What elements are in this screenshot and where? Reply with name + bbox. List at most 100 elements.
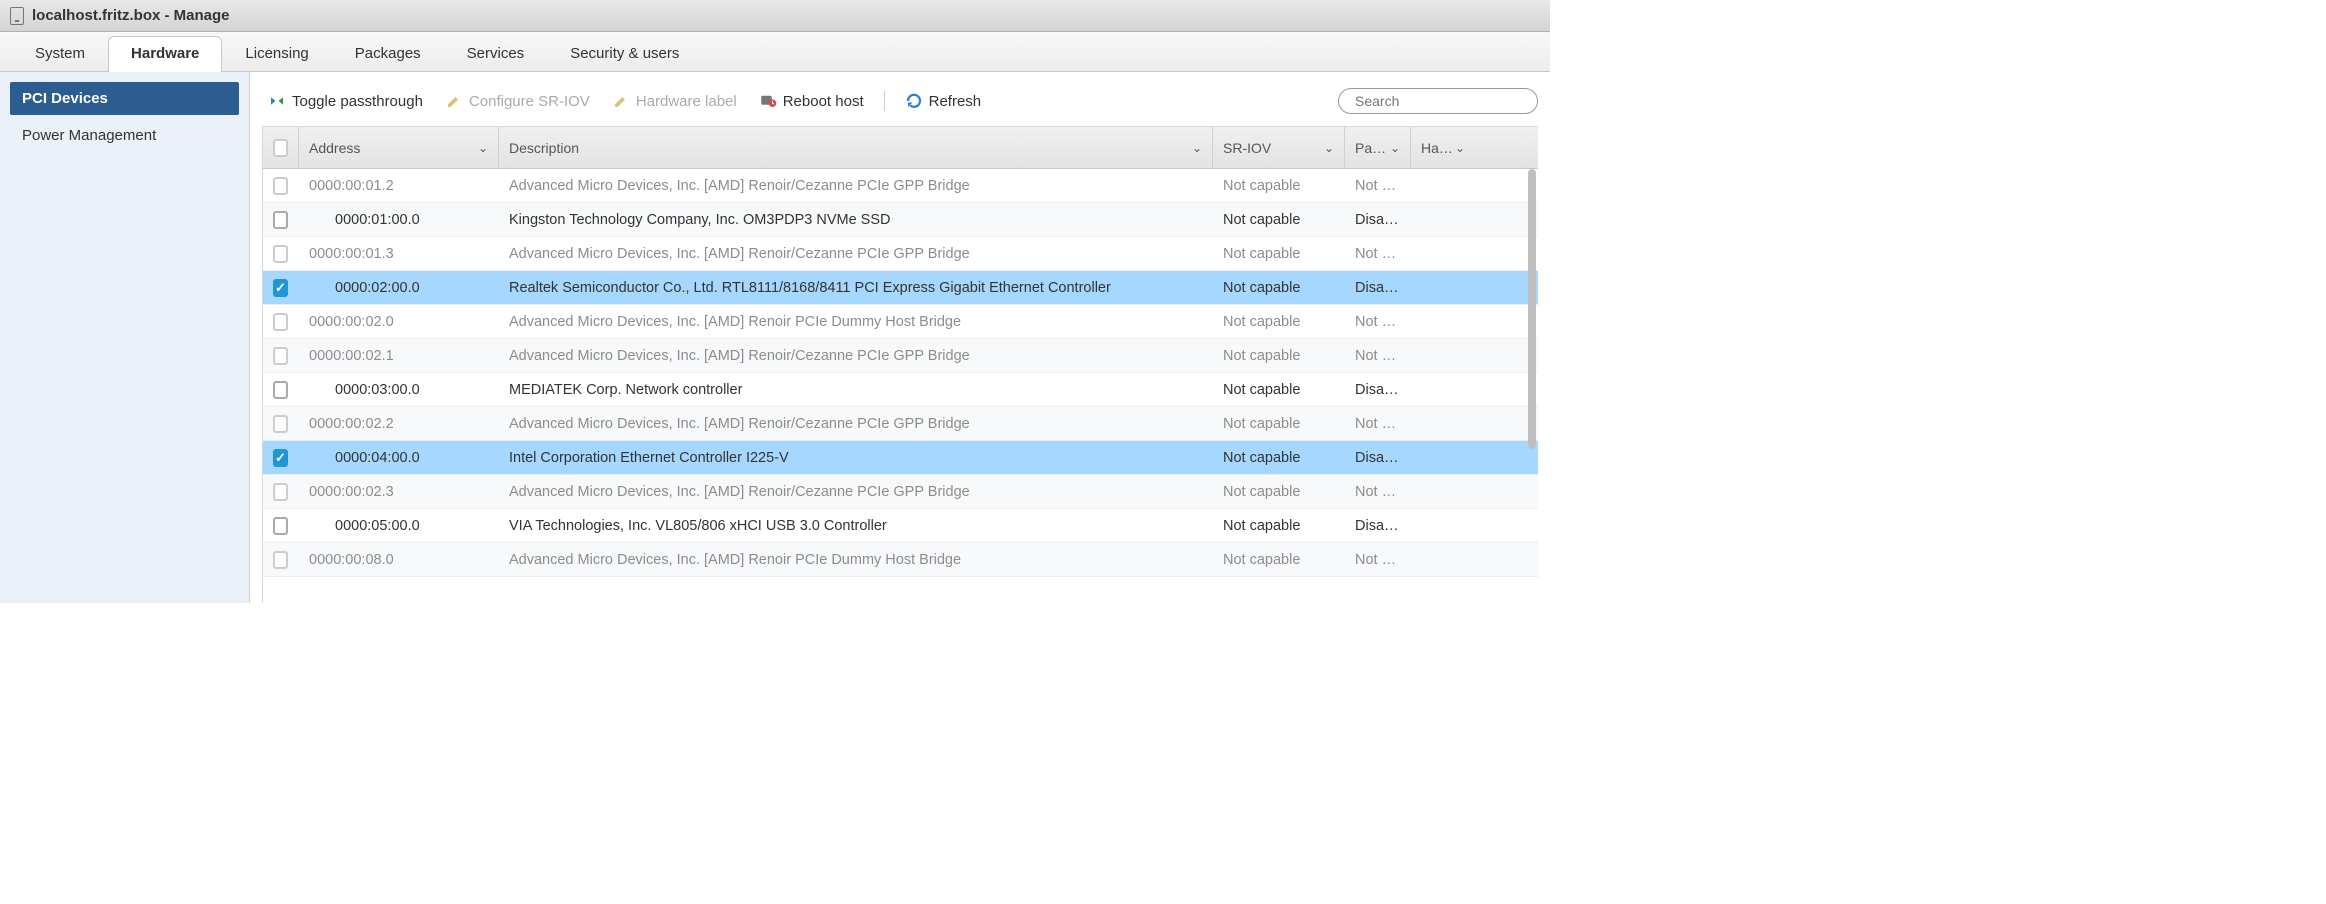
row-checkbox-cell[interactable] — [263, 517, 299, 535]
row-checkbox[interactable] — [273, 415, 288, 433]
search-box[interactable] — [1338, 88, 1538, 114]
search-input[interactable] — [1355, 93, 1536, 109]
chevron-down-icon: ⌄ — [1390, 141, 1400, 155]
cell-description: Advanced Micro Devices, Inc. [AMD] Renoi… — [499, 484, 1213, 500]
table-row[interactable]: 0000:00:02.0Advanced Micro Devices, Inc.… — [263, 305, 1538, 339]
refresh-button[interactable]: Refresh — [903, 90, 984, 112]
table-row[interactable]: 0000:00:02.2Advanced Micro Devices, Inc.… — [263, 407, 1538, 441]
window-title: localhost.fritz.box - Manage — [32, 7, 230, 24]
tab-licensing[interactable]: Licensing — [222, 36, 331, 72]
row-checkbox[interactable] — [273, 279, 288, 297]
cell-address: 0000:00:01.2 — [299, 178, 499, 194]
toggle-passthrough-icon — [268, 92, 286, 110]
cell-address: 0000:00:02.2 — [299, 416, 499, 432]
tab-hardware[interactable]: Hardware — [108, 36, 222, 72]
cell-sriov: Not capable — [1213, 416, 1345, 432]
row-checkbox-cell[interactable] — [263, 551, 299, 569]
table-row[interactable]: 0000:02:00.0Realtek Semiconductor Co., L… — [263, 271, 1538, 305]
row-checkbox[interactable] — [273, 517, 288, 535]
table-row[interactable]: 0000:00:02.1Advanced Micro Devices, Inc.… — [263, 339, 1538, 373]
row-checkbox[interactable] — [273, 483, 288, 501]
select-all-checkbox[interactable] — [273, 139, 288, 157]
cell-sriov: Not capable — [1213, 518, 1345, 534]
table-row[interactable]: 0000:01:00.0Kingston Technology Company,… — [263, 203, 1538, 237]
cell-description: VIA Technologies, Inc. VL805/806 xHCI US… — [499, 518, 1213, 534]
reboot-host-button[interactable]: Reboot host — [757, 90, 866, 112]
table-row[interactable]: 0000:00:01.3Advanced Micro Devices, Inc.… — [263, 237, 1538, 271]
column-hardware-label[interactable]: Ha… ⌄ — [1411, 127, 1475, 168]
column-sriov[interactable]: SR-IOV ⌄ — [1213, 127, 1345, 168]
tab-system[interactable]: System — [12, 36, 108, 72]
host-icon — [10, 7, 24, 25]
cell-address: 0000:05:00.0 — [299, 518, 499, 534]
row-checkbox[interactable] — [273, 211, 288, 229]
row-checkbox-cell[interactable] — [263, 415, 299, 433]
row-checkbox-cell[interactable] — [263, 211, 299, 229]
configure-sriov-button: Configure SR-IOV — [443, 90, 592, 112]
cell-description: Advanced Micro Devices, Inc. [AMD] Renoi… — [499, 552, 1213, 568]
chevron-down-icon: ⌄ — [1192, 141, 1202, 155]
row-checkbox-cell[interactable] — [263, 347, 299, 365]
hardware-label-button: Hardware label — [610, 90, 739, 112]
cell-address: 0000:00:02.3 — [299, 484, 499, 500]
sidebar-item-pci-devices[interactable]: PCI Devices — [10, 82, 239, 115]
cell-sriov: Not capable — [1213, 280, 1345, 296]
row-checkbox[interactable] — [273, 245, 288, 263]
grid-header: Address ⌄ Description ⌄ SR-IOV ⌄ Pa… ⌄ — [263, 127, 1538, 169]
cell-description: MEDIATEK Corp. Network controller — [499, 382, 1213, 398]
column-checkbox[interactable] — [263, 127, 299, 168]
cell-passthrough: Not … — [1345, 246, 1411, 262]
table-row[interactable]: 0000:04:00.0Intel Corporation Ethernet C… — [263, 441, 1538, 475]
cell-address: 0000:03:00.0 — [299, 382, 499, 398]
refresh-icon — [905, 92, 923, 110]
column-address[interactable]: Address ⌄ — [299, 127, 499, 168]
configure-sriov-label: Configure SR-IOV — [469, 93, 590, 110]
cell-passthrough: Not … — [1345, 348, 1411, 364]
table-row[interactable]: 0000:00:01.2Advanced Micro Devices, Inc.… — [263, 169, 1538, 203]
cell-description: Advanced Micro Devices, Inc. [AMD] Renoi… — [499, 314, 1213, 330]
tab-packages[interactable]: Packages — [332, 36, 444, 72]
cell-sriov: Not capable — [1213, 382, 1345, 398]
cell-passthrough: Disa… — [1345, 382, 1411, 398]
row-checkbox[interactable] — [273, 313, 288, 331]
table-row[interactable]: 0000:03:00.0MEDIATEK Corp. Network contr… — [263, 373, 1538, 407]
row-checkbox-cell[interactable] — [263, 313, 299, 331]
grid-body[interactable]: 0000:00:01.2Advanced Micro Devices, Inc.… — [263, 169, 1538, 577]
row-checkbox-cell[interactable] — [263, 449, 299, 467]
cell-sriov: Not capable — [1213, 212, 1345, 228]
cell-sriov: Not capable — [1213, 484, 1345, 500]
cell-passthrough: Not … — [1345, 314, 1411, 330]
tab-services[interactable]: Services — [444, 36, 548, 72]
pci-toolbar: Toggle passthrough Configure SR-IOV Hard… — [262, 84, 1538, 126]
table-row[interactable]: 0000:00:02.3Advanced Micro Devices, Inc.… — [263, 475, 1538, 509]
cell-description: Advanced Micro Devices, Inc. [AMD] Renoi… — [499, 178, 1213, 194]
table-row[interactable]: 0000:00:08.0Advanced Micro Devices, Inc.… — [263, 543, 1538, 577]
row-checkbox[interactable] — [273, 381, 288, 399]
toggle-passthrough-button[interactable]: Toggle passthrough — [266, 90, 425, 112]
tab-security-users[interactable]: Security & users — [547, 36, 702, 72]
row-checkbox[interactable] — [273, 551, 288, 569]
cell-sriov: Not capable — [1213, 552, 1345, 568]
top-tabs: System Hardware Licensing Packages Servi… — [0, 32, 1550, 72]
row-checkbox-cell[interactable] — [263, 483, 299, 501]
column-passthrough[interactable]: Pa… ⌄ — [1345, 127, 1411, 168]
row-checkbox-cell[interactable] — [263, 177, 299, 195]
cell-sriov: Not capable — [1213, 348, 1345, 364]
row-checkbox-cell[interactable] — [263, 245, 299, 263]
cell-address: 0000:00:02.0 — [299, 314, 499, 330]
row-checkbox-cell[interactable] — [263, 381, 299, 399]
column-description[interactable]: Description ⌄ — [499, 127, 1213, 168]
row-checkbox[interactable] — [273, 449, 288, 467]
row-checkbox[interactable] — [273, 177, 288, 195]
column-description-label: Description — [509, 140, 579, 156]
vertical-scrollbar[interactable] — [1528, 169, 1536, 449]
cell-sriov: Not capable — [1213, 314, 1345, 330]
row-checkbox[interactable] — [273, 347, 288, 365]
column-sriov-label: SR-IOV — [1223, 140, 1271, 156]
row-checkbox-cell[interactable] — [263, 279, 299, 297]
table-row[interactable]: 0000:05:00.0VIA Technologies, Inc. VL805… — [263, 509, 1538, 543]
cell-address: 0000:00:08.0 — [299, 552, 499, 568]
sidebar-item-power-management[interactable]: Power Management — [10, 119, 239, 152]
cell-description: Kingston Technology Company, Inc. OM3PDP… — [499, 212, 1213, 228]
column-hardware-label-text: Ha… — [1421, 140, 1453, 156]
